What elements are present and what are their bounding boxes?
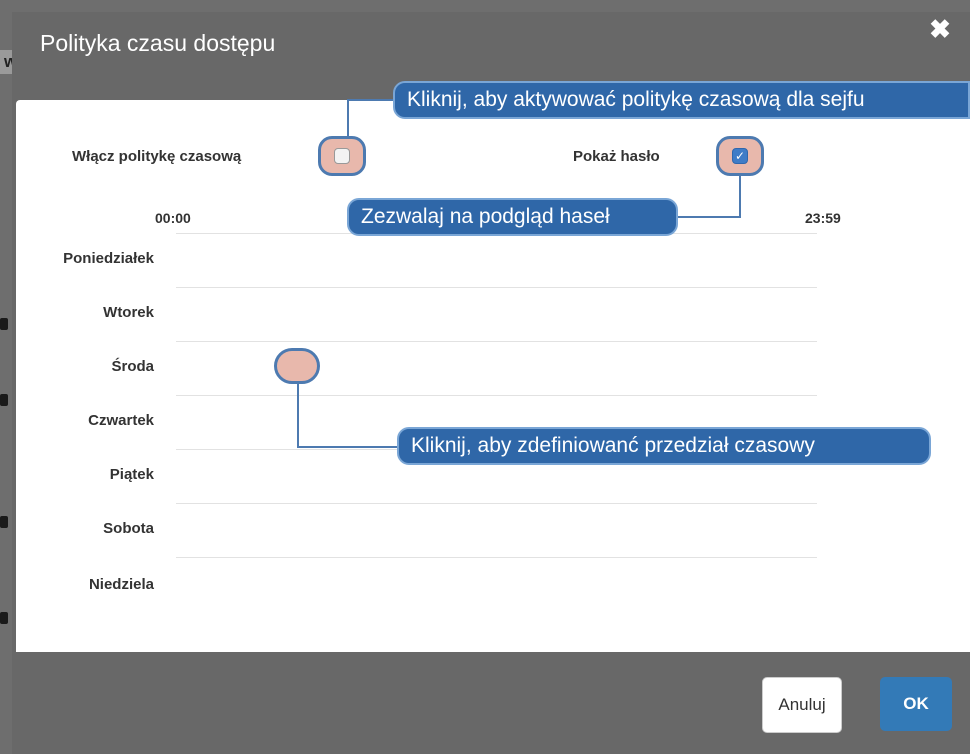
- enable-policy-checkbox[interactable]: [334, 148, 350, 164]
- day-label-sunday: Niedziela: [88, 576, 154, 593]
- grid-line: [176, 503, 817, 504]
- day-label-tuesday: Wtorek: [103, 304, 154, 321]
- background-mark: [0, 318, 8, 330]
- enable-policy-label: Włącz politykę czasową: [72, 148, 242, 165]
- grid-line: [176, 287, 817, 288]
- callout-connector: [676, 216, 741, 218]
- enable-policy-highlight: [318, 136, 366, 176]
- grid-line: [176, 557, 817, 558]
- time-start-label: 00:00: [155, 210, 191, 226]
- day-label-friday: Piątek: [109, 466, 154, 483]
- show-password-callout: Zezwalaj na podgląd haseł: [347, 198, 678, 236]
- background-mark: [0, 394, 8, 406]
- cancel-button[interactable]: Anuluj: [762, 677, 842, 733]
- close-icon[interactable]: ✖: [927, 16, 953, 42]
- background-mark: [0, 612, 8, 624]
- day-label-monday: Poniedziałek: [63, 250, 154, 267]
- day-label-wednesday: Środa: [111, 358, 154, 375]
- callout-connector: [347, 99, 395, 101]
- show-password-checkbox[interactable]: ✓: [732, 148, 748, 164]
- callout-connector: [297, 384, 299, 448]
- callout-connector: [347, 99, 349, 136]
- grid-line: [176, 341, 817, 342]
- callout-connector: [297, 446, 399, 448]
- callout-connector: [739, 176, 741, 218]
- dialog-title: Polityka czasu dostępu: [40, 30, 276, 56]
- day-label-thursday: Czwartek: [88, 412, 154, 429]
- ok-button[interactable]: OK: [880, 677, 952, 731]
- background-mark: [0, 516, 8, 528]
- dialog-body: [16, 100, 970, 652]
- day-label-saturday: Sobota: [103, 520, 154, 537]
- show-password-label: Pokaż hasło: [573, 148, 660, 165]
- time-range-callout: Kliknij, aby zdefiniowanć przedział czas…: [397, 427, 931, 465]
- time-end-label: 23:59: [805, 210, 841, 226]
- time-slot-highlight[interactable]: [274, 348, 320, 384]
- grid-line: [176, 395, 817, 396]
- show-password-highlight: ✓: [716, 136, 764, 176]
- enable-policy-callout: Kliknij, aby aktywować politykę czasową …: [393, 81, 970, 119]
